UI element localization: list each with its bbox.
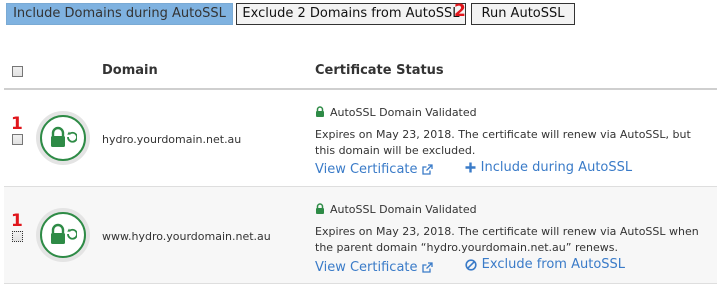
table-row: 1 hydro.yourdomain.net.au AutoSSL Domain… bbox=[4, 90, 717, 187]
plus-icon bbox=[465, 162, 476, 173]
ssl-status-icon bbox=[36, 208, 90, 262]
validation-status: AutoSSL Domain Validated bbox=[315, 106, 477, 119]
ban-icon bbox=[465, 258, 477, 271]
row-actions: View Certificate Include during AutoSSL bbox=[315, 160, 632, 177]
exclude-count-annotation: 2 bbox=[454, 1, 466, 21]
external-link-icon bbox=[421, 164, 433, 175]
view-certificate-link[interactable]: View Certificate bbox=[315, 260, 433, 275]
validation-status: AutoSSL Domain Validated bbox=[315, 203, 477, 216]
include-domains-button[interactable]: Include Domains during AutoSSL bbox=[6, 3, 233, 25]
exclude-from-autossl-label: Exclude from AutoSSL bbox=[481, 257, 626, 272]
domain-name: hydro.yourdomain.net.au bbox=[102, 133, 242, 146]
run-autossl-button[interactable]: Run AutoSSL bbox=[471, 3, 575, 25]
validation-status-text: AutoSSL Domain Validated bbox=[330, 106, 477, 119]
view-certificate-label: View Certificate bbox=[315, 259, 418, 275]
domain-name: www.hydro.yourdomain.net.au bbox=[102, 230, 271, 243]
view-certificate-label: View Certificate bbox=[315, 162, 418, 177]
select-all-checkbox[interactable] bbox=[12, 66, 23, 77]
external-link-icon bbox=[421, 261, 433, 273]
exclude-from-autossl-link[interactable]: Exclude from AutoSSL bbox=[461, 257, 625, 272]
exclude-domains-button[interactable]: Exclude 2 Domains from AutoSSL bbox=[236, 3, 466, 25]
row-checkbox[interactable] bbox=[12, 231, 23, 242]
row-annotation: 1 bbox=[11, 114, 23, 134]
include-during-autossl-label: Include during AutoSSL bbox=[480, 160, 633, 175]
lock-renew-icon bbox=[51, 126, 77, 147]
validation-status-text: AutoSSL Domain Validated bbox=[330, 203, 477, 216]
row-checkbox[interactable] bbox=[12, 134, 23, 145]
table-header: Domain Certificate Status bbox=[4, 57, 717, 90]
expiry-text: Expires on May 23, 2018. The certificate… bbox=[315, 225, 699, 254]
include-during-autossl-link[interactable]: Include during AutoSSL bbox=[461, 160, 632, 175]
certificate-status-column-header: Certificate Status bbox=[315, 63, 444, 78]
domains-table: Domain Certificate Status 1 hydro.yourdo… bbox=[4, 57, 717, 284]
expiry-text: Expires on May 23, 2018. The certificate… bbox=[315, 128, 691, 157]
lock-renew-icon bbox=[51, 223, 77, 244]
autossl-toolbar: Include Domains during AutoSSL Exclude 2… bbox=[6, 1, 721, 27]
table-row: 1 www.hydro.yourdomain.net.au AutoSSL Do… bbox=[4, 187, 717, 284]
view-certificate-link[interactable]: View Certificate bbox=[315, 162, 433, 177]
lock-icon bbox=[316, 203, 324, 214]
lock-icon bbox=[316, 106, 324, 117]
row-annotation: 1 bbox=[11, 211, 23, 231]
domain-column-header: Domain bbox=[102, 63, 158, 78]
ssl-status-icon bbox=[36, 111, 90, 165]
row-actions: View Certificate Exclude from AutoSSL bbox=[315, 257, 625, 275]
